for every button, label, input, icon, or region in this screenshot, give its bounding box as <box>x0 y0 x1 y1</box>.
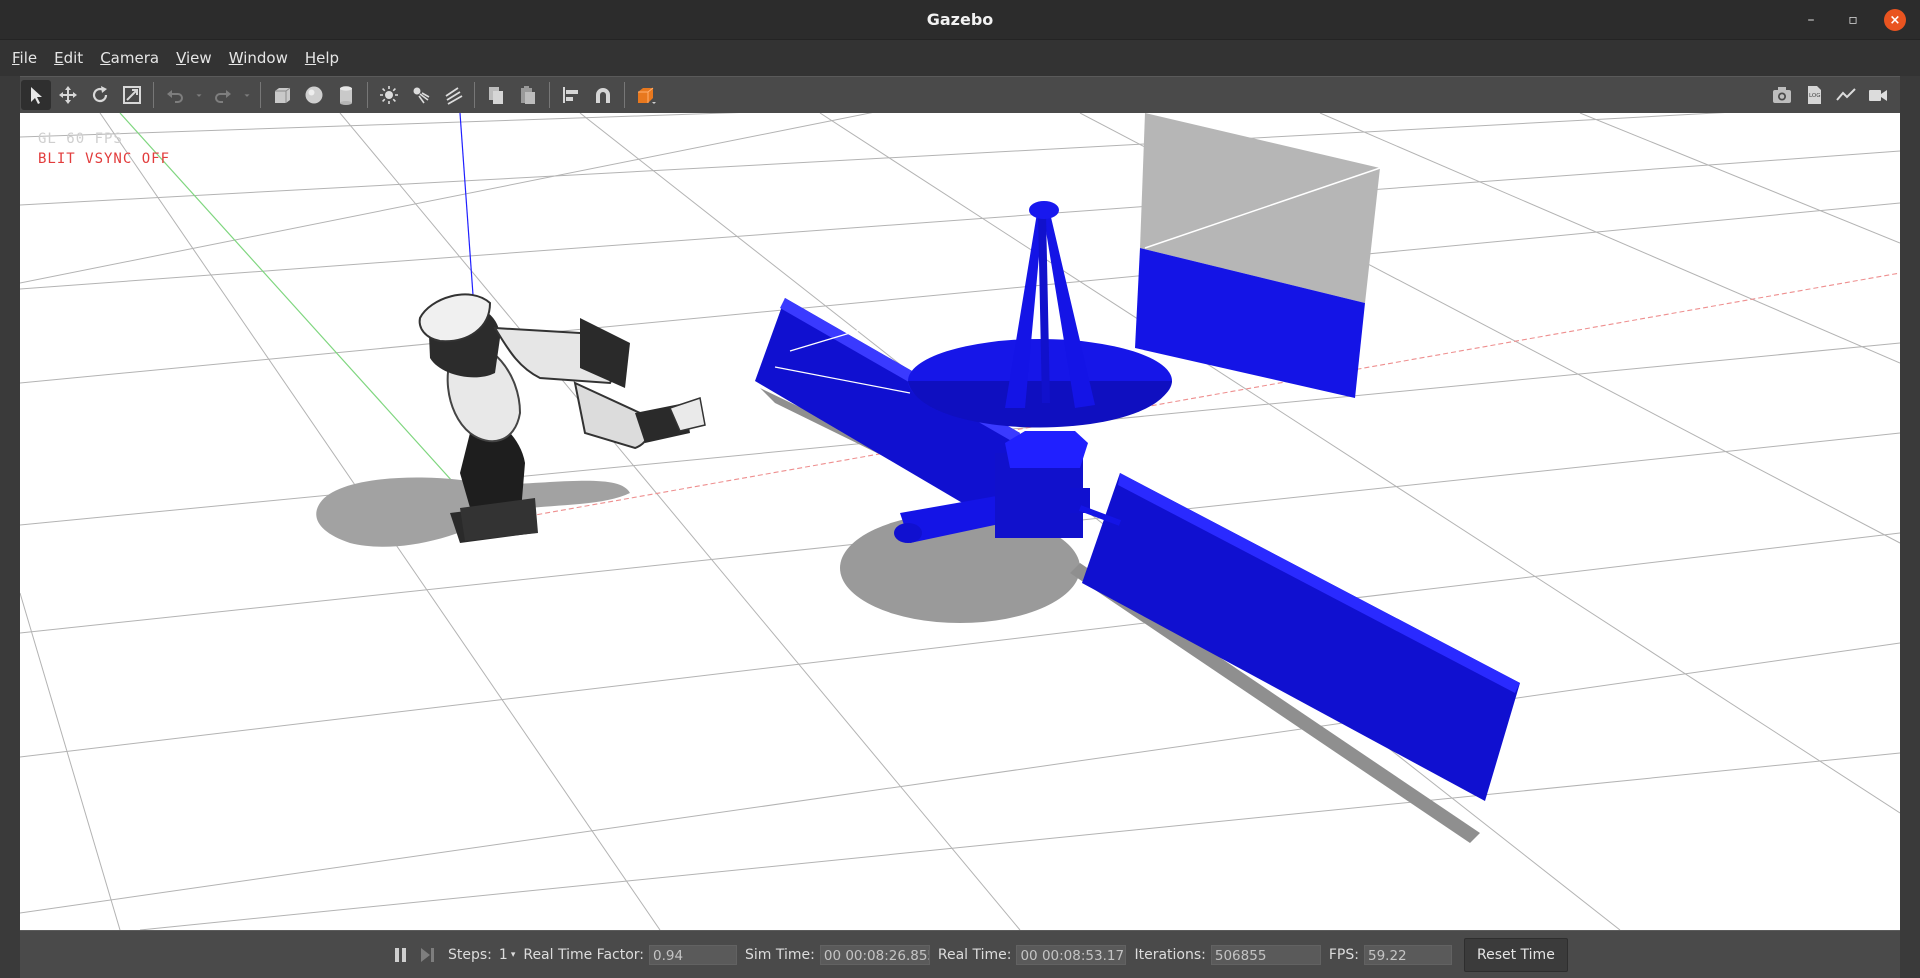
simulation-statusbar: Steps: 1 ▾ Real Time Factor: 0.94 Sim Ti… <box>20 930 1900 978</box>
view-angle-icon <box>638 87 656 104</box>
window-controls: – ▫ × <box>1800 0 1906 40</box>
chevron-down-icon <box>244 94 250 97</box>
toolbar-separator <box>260 82 261 108</box>
sphere-icon <box>305 86 323 104</box>
plot-icon <box>1836 88 1856 101</box>
pause-icon <box>395 947 406 962</box>
playback-controls <box>388 940 440 970</box>
menu-camera[interactable]: Camera <box>94 49 166 67</box>
log-button[interactable]: LOG <box>1799 80 1829 110</box>
svg-text:LOG: LOG <box>1809 93 1820 99</box>
align-button[interactable] <box>556 80 586 110</box>
toolbar-separator <box>367 82 368 108</box>
right-solar-panel <box>1082 473 1520 801</box>
screenshot-button[interactable] <box>1767 80 1797 110</box>
cylinder-icon <box>340 86 352 105</box>
scene-viewport[interactable]: GL 60 FPS BLIT VSYNC OFF <box>20 113 1900 930</box>
copy-button[interactable] <box>481 80 511 110</box>
view-angle-button[interactable] <box>631 80 661 110</box>
redo-icon <box>215 90 231 103</box>
select-mode-button[interactable] <box>21 80 51 110</box>
gl-fps-overlay: GL 60 FPS <box>38 131 123 147</box>
pause-button[interactable] <box>389 940 413 970</box>
plot-button[interactable] <box>1831 80 1861 110</box>
video-record-icon <box>1869 90 1887 101</box>
menubar: File Edit Camera View Window Help <box>0 40 1920 76</box>
redo-button[interactable] <box>208 80 238 110</box>
menu-view[interactable]: View <box>170 49 219 67</box>
chevron-down-icon[interactable]: ▾ <box>511 950 516 960</box>
point-light-icon <box>380 86 398 104</box>
scene-render[interactable] <box>20 113 1900 930</box>
reset-time-button[interactable]: Reset Time <box>1463 937 1568 972</box>
steps-value[interactable]: 1 <box>499 947 508 963</box>
toolbar-separator <box>549 82 550 108</box>
translate-icon <box>59 86 77 104</box>
scale-icon <box>123 86 141 104</box>
real-time-value: 00 00:08:53.177 <box>1016 944 1127 965</box>
real-time-label: Real Time: <box>937 946 1012 963</box>
sim-time-label: Sim Time: <box>745 946 815 963</box>
toolbar: LOG <box>20 76 1900 113</box>
fps-value: 59.22 <box>1363 944 1452 965</box>
toolbar-separator <box>153 82 154 108</box>
step-forward-icon <box>421 947 434 962</box>
maximize-button[interactable]: ▫ <box>1842 9 1864 31</box>
close-button[interactable]: × <box>1884 9 1906 31</box>
real-time-factor-label: Real Time Factor: <box>523 946 645 963</box>
window-titlebar: Gazebo – ▫ × <box>0 0 1920 40</box>
snap-button[interactable] <box>588 80 618 110</box>
spot-light-icon <box>413 87 430 104</box>
insert-directional-light-button[interactable] <box>438 80 468 110</box>
snap-icon <box>596 88 610 103</box>
real-time-factor-value: 0.94 <box>649 944 738 965</box>
rotate-mode-button[interactable] <box>85 80 115 110</box>
screenshot-icon <box>1773 87 1791 103</box>
copy-icon <box>489 87 503 104</box>
undo-icon <box>167 90 183 103</box>
iterations-label: Iterations: <box>1134 946 1206 963</box>
directional-light-icon <box>445 87 463 105</box>
paste-button[interactable] <box>513 80 543 110</box>
gl-vsync-overlay: BLIT VSYNC OFF <box>38 151 171 167</box>
iterations-value: 506855 <box>1210 944 1321 965</box>
menu-help[interactable]: Help <box>299 49 346 67</box>
box-icon <box>275 87 291 103</box>
sim-time-value: 00 00:08:26.855 <box>819 944 930 965</box>
fps-label: FPS: <box>1328 946 1359 963</box>
menu-window[interactable]: Window <box>223 49 295 67</box>
scale-mode-button[interactable] <box>117 80 147 110</box>
insert-box-button[interactable] <box>267 80 297 110</box>
undo-history-dropdown[interactable] <box>192 80 206 110</box>
translate-mode-button[interactable] <box>53 80 83 110</box>
redo-history-dropdown[interactable] <box>240 80 254 110</box>
toolbar-separator <box>624 82 625 108</box>
steps-label: Steps: <box>448 946 492 963</box>
menu-file[interactable]: File <box>6 49 44 67</box>
undo-button[interactable] <box>160 80 190 110</box>
left-edge-handle <box>0 76 20 978</box>
minimize-button[interactable]: – <box>1800 9 1822 31</box>
paste-icon <box>521 86 535 104</box>
step-button[interactable] <box>415 940 439 970</box>
insert-cylinder-button[interactable] <box>331 80 361 110</box>
insert-sphere-button[interactable] <box>299 80 329 110</box>
select-arrow-icon <box>31 87 42 104</box>
menu-edit[interactable]: Edit <box>48 49 90 67</box>
video-record-button[interactable] <box>1863 80 1893 110</box>
chevron-down-icon <box>196 94 202 97</box>
align-icon <box>563 87 578 103</box>
right-edge-handle <box>1900 76 1920 978</box>
window-title: Gazebo <box>926 10 994 29</box>
toolbar-separator <box>474 82 475 108</box>
insert-spot-light-button[interactable] <box>406 80 436 110</box>
log-icon: LOG <box>1808 86 1821 104</box>
rotate-icon <box>92 86 108 103</box>
insert-point-light-button[interactable] <box>374 80 404 110</box>
